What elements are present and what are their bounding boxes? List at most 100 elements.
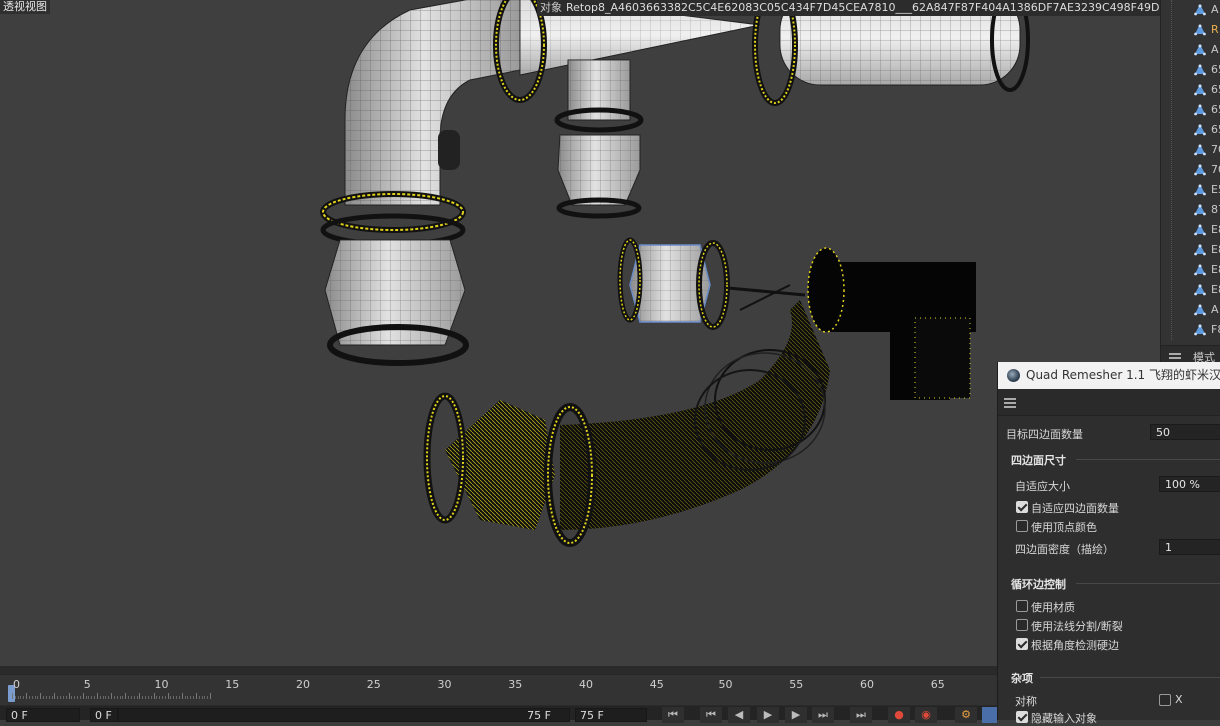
- adaptive-size-label: 自适应大小: [1015, 480, 1070, 493]
- timeline-ruler[interactable]: 0 5 10 15 20 25 30 35 40 45 50 55 60 65: [0, 674, 997, 705]
- adaptive-quad-count-label: 自适应四边面数量: [1031, 502, 1119, 515]
- hamburger-menu-icon[interactable]: [1004, 398, 1016, 408]
- step-back-key-icon[interactable]: ⏮: [700, 707, 722, 723]
- step-forward-icon[interactable]: ▶: [785, 707, 807, 723]
- timeline-tick: [145, 696, 146, 699]
- outliner-item[interactable]: E8: [1161, 240, 1220, 260]
- timeline-tick-label: 10: [154, 678, 169, 691]
- timeline-tick: [173, 696, 175, 699]
- keyframe-settings-icon[interactable]: ⚙: [955, 707, 977, 723]
- plugin-title-bar[interactable]: Quad Remesher 1.1 飞翔的虾米汉化: [998, 362, 1220, 389]
- timeline-tick-label: 35: [508, 678, 523, 691]
- right-block-mesh: [807, 247, 976, 400]
- timeline-tick: [105, 696, 107, 699]
- outliner-item[interactable]: 65: [1161, 80, 1220, 100]
- play-icon[interactable]: ▶: [757, 707, 779, 723]
- outliner-item[interactable]: 70: [1161, 160, 1220, 180]
- timeline-tick: [207, 696, 209, 699]
- timeline-tick: [184, 696, 186, 699]
- outliner-item-label: F8: [1211, 323, 1220, 336]
- outliner-item[interactable]: E8: [1161, 220, 1220, 240]
- timeline-tick: [122, 696, 124, 699]
- timeline-tick: [88, 696, 90, 699]
- lower-elbow-wire-mesh: [423, 300, 830, 547]
- record-icon[interactable]: ●: [888, 707, 910, 723]
- timeline-tick-label: 20: [296, 678, 310, 691]
- section-edge-loops[interactable]: 循环边控制: [1011, 576, 1066, 592]
- section-quad-size[interactable]: 四边面尺寸: [1011, 452, 1066, 468]
- outliner-item[interactable]: 65: [1161, 120, 1220, 140]
- timeline-tick: [204, 696, 206, 699]
- viewport-title[interactable]: 透视视图: [0, 0, 50, 14]
- plugin-menu-bar: [998, 389, 1220, 416]
- outliner-item[interactable]: A: [1161, 0, 1220, 20]
- hide-input-label: 隐藏输入对象: [1031, 712, 1097, 725]
- outliner-item[interactable]: E5: [1161, 180, 1220, 200]
- timeline-tick: [128, 696, 130, 699]
- use-materials-checkbox[interactable]: [1016, 600, 1028, 612]
- retop-object-icon: [1194, 284, 1206, 296]
- quad-remesher-panel: Quad Remesher 1.1 飞翔的虾米汉化 目标四边面数量 50 四边面…: [997, 362, 1220, 725]
- timeline-tick: [12, 693, 13, 699]
- target-quad-count-label: 目标四边面数量: [1006, 428, 1083, 441]
- go-to-end-icon[interactable]: ⏭: [812, 707, 834, 723]
- outliner-item[interactable]: F8: [1161, 320, 1220, 340]
- timeline-tick: [20, 696, 22, 699]
- timeline-tick: [119, 696, 121, 699]
- use-normals-checkbox[interactable]: [1016, 619, 1028, 631]
- timeline-controls: 0 F 0 F 75 F 75 F ⏮ ⏮ ◀ ▶ ▶ ⏭ ⏭ ● ◉ ⚙: [0, 706, 997, 723]
- target-quad-count-input[interactable]: 50: [1150, 424, 1220, 440]
- outliner-item[interactable]: E8: [1161, 280, 1220, 300]
- outliner-item[interactable]: A: [1161, 300, 1220, 320]
- retop-object-icon: [1194, 44, 1206, 56]
- object-manager[interactable]: ARA656565657070E587E8E8E8E8AF8 模式: [1160, 0, 1220, 365]
- perspective-viewport[interactable]: 透视视图 对象 Retop8_A4603663382C5C4E62083C05C4…: [0, 0, 1160, 666]
- quad-density-input[interactable]: 1: [1159, 539, 1220, 555]
- timeline-tick: [45, 696, 47, 699]
- object-label-value: Retop8_A4603663382C5C4E62083C05C434F7D45…: [566, 1, 1160, 14]
- outliner-item[interactable]: 87: [1161, 200, 1220, 220]
- timeline-tick: [62, 696, 64, 699]
- timeline-tick: [142, 696, 144, 699]
- timeline-tick: [60, 696, 62, 699]
- outliner-item[interactable]: A: [1161, 40, 1220, 60]
- scene-render[interactable]: [0, 0, 1160, 666]
- timeline-tick: [164, 696, 166, 699]
- use-normals-label: 使用法线分割/断裂: [1031, 620, 1123, 633]
- adaptive-size-input[interactable]: 100 %: [1159, 476, 1220, 492]
- timeline-tick: [181, 693, 183, 699]
- detect-hard-edges-checkbox[interactable]: [1016, 638, 1028, 650]
- plugin-title: Quad Remesher 1.1 飞翔的虾米汉化: [1026, 368, 1220, 382]
- retop-object-icon: [1194, 184, 1206, 196]
- outliner-item-label: A: [1211, 43, 1219, 56]
- auto-key-icon[interactable]: ◉: [915, 707, 937, 723]
- keyframe-mode-icon[interactable]: [982, 707, 997, 723]
- outliner-item[interactable]: 65: [1161, 100, 1220, 120]
- timeline-tick: [210, 693, 212, 699]
- outliner-item[interactable]: R: [1161, 20, 1220, 40]
- timeline-tick-label: 50: [718, 678, 733, 691]
- timeline-tick-label: 60: [860, 678, 874, 691]
- outliner-item[interactable]: 65: [1161, 60, 1220, 80]
- symmetry-x-checkbox[interactable]: [1159, 694, 1171, 706]
- next-key-icon[interactable]: ⏭: [850, 707, 872, 723]
- step-back-icon[interactable]: ◀: [728, 707, 750, 723]
- hide-input-checkbox[interactable]: [1016, 711, 1028, 723]
- timeline-tick: [139, 693, 141, 699]
- section-misc[interactable]: 杂项: [1011, 670, 1033, 686]
- outliner-item-label: 87: [1211, 203, 1220, 216]
- timeline-tick: [193, 696, 195, 699]
- outliner-item-label: 65: [1211, 63, 1220, 76]
- outliner-item-label: E8: [1211, 263, 1220, 276]
- timeline-tick: [40, 693, 42, 699]
- adaptive-quad-count-checkbox[interactable]: [1016, 501, 1028, 513]
- retop-object-icon: [1194, 264, 1206, 276]
- go-to-start-icon[interactable]: ⏮: [662, 707, 684, 723]
- timeline-tick-label: 15: [225, 678, 240, 691]
- use-vertex-color-checkbox[interactable]: [1016, 520, 1028, 532]
- outliner-item[interactable]: E8: [1161, 260, 1220, 280]
- timeline-tick: [111, 693, 113, 699]
- section-divider: [1076, 583, 1220, 584]
- timeline-tick: [43, 696, 45, 699]
- outliner-item[interactable]: 70: [1161, 140, 1220, 160]
